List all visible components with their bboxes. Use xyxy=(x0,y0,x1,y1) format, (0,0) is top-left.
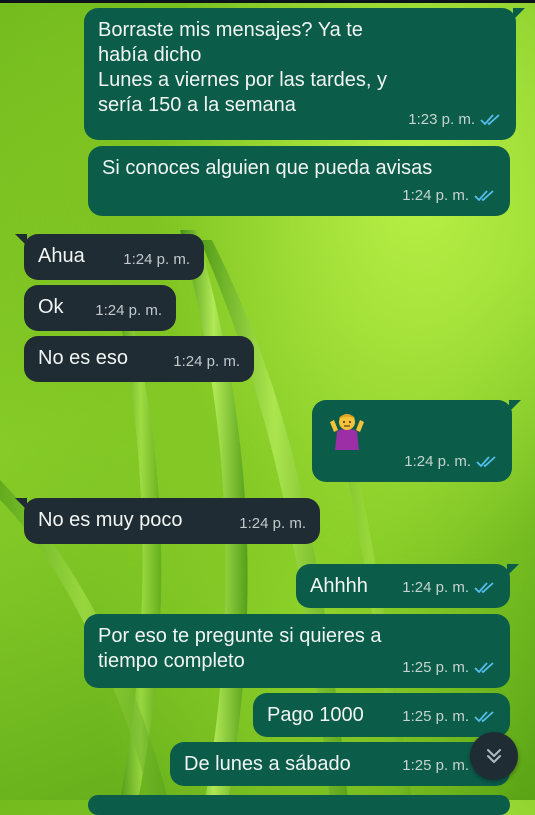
message-meta: 1:25 p. m. xyxy=(402,704,496,729)
message-meta: 1:24 p. m. xyxy=(402,575,496,600)
outgoing-message[interactable]: Ahhhh 1:24 p. m. xyxy=(296,564,519,608)
message-text: Si conoces alguien que pueda avisas xyxy=(102,157,433,179)
message-time: 1:24 p. m. xyxy=(402,579,469,596)
outgoing-message[interactable]: De lunes a sábado 1:25 p. m. xyxy=(170,742,510,786)
outgoing-message[interactable]: Borraste mis mensajes? Ya te había dicho… xyxy=(84,8,525,140)
message-meta: 1:23 p. m. xyxy=(408,107,502,132)
outgoing-message[interactable]: Por eso te pregunte si quieres a tiempo … xyxy=(84,614,510,688)
read-icon xyxy=(474,189,494,201)
outgoing-message[interactable]: 1:24 p. m. xyxy=(312,400,521,482)
read-icon xyxy=(474,581,494,593)
incoming-message[interactable]: Ahua 1:24 p. m. xyxy=(15,234,204,280)
read-icon xyxy=(476,455,496,467)
outgoing-message-partial[interactable] xyxy=(88,795,510,815)
scroll-to-bottom-button[interactable] xyxy=(470,732,518,780)
incoming-message[interactable]: No es eso 1:24 p. m. xyxy=(24,336,254,382)
outgoing-message[interactable]: Si conoces alguien que pueda avisas 1:24… xyxy=(88,146,510,216)
message-meta: 1:24 p. m. xyxy=(404,449,498,474)
message-time: 1:24 p. m. xyxy=(173,353,240,370)
message-list[interactable]: Borraste mis mensajes? Ya te había dicho… xyxy=(0,0,535,815)
chevrons-down-icon xyxy=(487,749,501,763)
message-meta: 1:24 p. m. xyxy=(239,511,306,536)
message-meta: 1:24 p. m. xyxy=(402,183,496,208)
read-icon xyxy=(474,710,494,722)
incoming-message[interactable]: No es muy poco 1:24 p. m. xyxy=(15,498,320,544)
message-time: 1:24 p. m. xyxy=(404,453,471,470)
message-time: 1:23 p. m. xyxy=(408,111,475,128)
message-text: Borraste mis mensajes? Ya te había dicho… xyxy=(98,19,388,116)
message-time: 1:24 p. m. xyxy=(402,187,469,204)
person-shrugging-emoji xyxy=(330,414,364,450)
message-meta: 1:24 p. m. xyxy=(95,298,162,323)
message-meta: 1:24 p. m. xyxy=(173,349,240,374)
message-time: 1:25 p. m. xyxy=(402,708,469,725)
message-time: 1:24 p. m. xyxy=(95,302,162,319)
outgoing-message[interactable]: Pago 1000 1:25 p. m. xyxy=(253,693,510,737)
read-icon xyxy=(480,113,500,125)
message-time: 1:24 p. m. xyxy=(123,251,190,268)
incoming-message[interactable]: Ok 1:24 p. m. xyxy=(24,285,176,331)
message-time: 1:25 p. m. xyxy=(402,757,469,774)
message-time: 1:25 p. m. xyxy=(402,659,469,676)
message-meta: 1:25 p. m. xyxy=(402,655,496,680)
read-icon xyxy=(474,661,494,673)
message-time: 1:24 p. m. xyxy=(239,515,306,532)
message-meta: 1:24 p. m. xyxy=(123,247,190,272)
